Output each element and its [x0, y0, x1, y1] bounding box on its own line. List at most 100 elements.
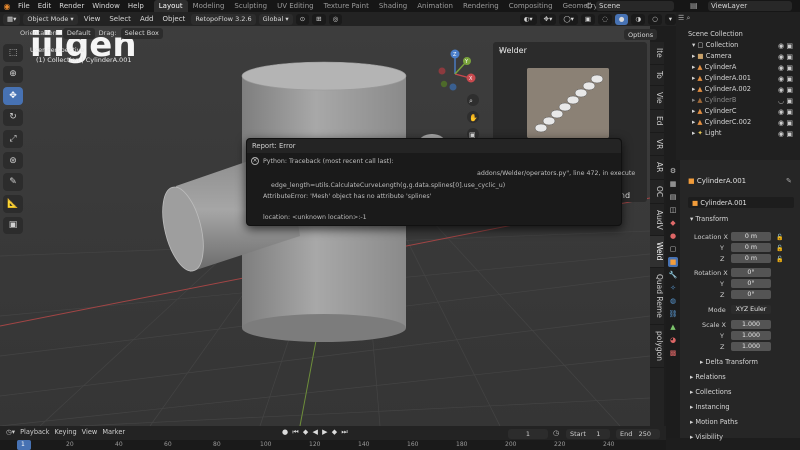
prev-keyframe-icon[interactable]: ◆: [303, 428, 309, 436]
clock-icon[interactable]: ◷: [553, 429, 559, 437]
pin-icon[interactable]: ✎: [786, 177, 792, 185]
sidebar-tab-tool[interactable]: To: [650, 65, 664, 86]
add-cube-tool-icon[interactable]: ▣: [3, 216, 23, 235]
collections-section[interactable]: ▸ Collections: [690, 388, 731, 396]
timeline-menu-marker[interactable]: Marker: [102, 428, 125, 436]
sidebar-tab-audv[interactable]: AudV: [650, 204, 664, 237]
timeline-editor-type-icon[interactable]: ◷▾: [6, 428, 15, 436]
move-tool-icon[interactable]: ✥: [3, 87, 23, 105]
timeline-menu-keying[interactable]: Keying: [55, 428, 77, 436]
sidebar-tab-vr[interactable]: VR: [650, 133, 664, 157]
transform-tool-icon[interactable]: ⊛: [3, 151, 23, 170]
outliner-row-cylindera-002[interactable]: ▸ ▲ CylinderA.002: [692, 85, 751, 93]
lock-icon[interactable]: 🔓: [776, 232, 783, 243]
menu-window[interactable]: Window: [88, 0, 124, 12]
visibility-eye-icon[interactable]: ◉ ▣: [778, 41, 798, 52]
visibility-hidden-icon[interactable]: ◡ ▣: [778, 96, 798, 107]
object-name-field[interactable]: ■ CylinderA.001: [688, 197, 794, 208]
rotation-y-field[interactable]: 0°: [731, 279, 771, 288]
sidebar-tab-view[interactable]: Vie: [650, 86, 664, 111]
scene-selector[interactable]: Scene: [596, 1, 674, 11]
gizmo-toggle-icon[interactable]: ✥▾: [539, 13, 557, 25]
error-report-popup[interactable]: Report: Error × Python: Traceback (most …: [246, 138, 635, 226]
measure-tool-icon[interactable]: 📐: [3, 194, 23, 213]
drag-setting-dropdown[interactable]: Select Box: [120, 27, 163, 39]
material-props-icon[interactable]: ◕: [668, 335, 678, 345]
visibility-eye-icon[interactable]: ◉ ▣: [778, 129, 798, 140]
outliner-row-light[interactable]: ▸ ✦ Light: [692, 129, 722, 137]
jump-start-icon[interactable]: ⏮: [292, 428, 299, 436]
shading-solid-icon[interactable]: ●: [614, 13, 629, 25]
motion-paths-section[interactable]: ▸ Motion Paths: [690, 418, 738, 426]
visibility-eye-icon[interactable]: ◉ ▣: [778, 74, 798, 85]
menu-edit[interactable]: Edit: [34, 0, 56, 12]
shading-wireframe-icon[interactable]: ◌: [598, 13, 612, 25]
timeline-menu-playback[interactable]: Playback: [20, 428, 49, 436]
sidebar-tab-oc[interactable]: OC: [650, 180, 664, 204]
delta-transform-section[interactable]: ▸ Delta Transform: [700, 358, 758, 366]
sidebar-tab-ar[interactable]: AR: [650, 156, 664, 180]
modifier-props-icon[interactable]: 🔧: [668, 270, 678, 280]
visibility-eye-icon[interactable]: ◉ ▣: [778, 85, 798, 96]
world-props-icon[interactable]: ●: [668, 231, 678, 241]
particles-props-icon[interactable]: ✧: [668, 283, 678, 293]
scale-y-field[interactable]: 1.000: [731, 331, 771, 340]
visibility-eye-icon[interactable]: ◉ ▣: [778, 52, 798, 63]
visibility-eye-icon[interactable]: ◉ ▣: [778, 107, 798, 118]
workspace-tab-layout[interactable]: Layout: [153, 0, 188, 12]
workspace-tab-uv-editing[interactable]: UV Editing: [272, 0, 319, 12]
outliner-row-cylindera[interactable]: ▸ ▲ CylinderA: [692, 63, 736, 71]
outliner-row-cylindera-001[interactable]: ▸ ▲ CylinderA.001: [692, 74, 751, 82]
visibility-eye-icon[interactable]: ◉ ▣: [778, 63, 798, 74]
record-icon[interactable]: ●: [282, 428, 289, 436]
play-icon[interactable]: ▶: [322, 428, 328, 436]
retopoflow-menu[interactable]: RetopoFlow 3.2.6: [191, 13, 256, 25]
collection-props-icon[interactable]: ▢: [668, 244, 678, 254]
scene-props-icon[interactable]: ◆: [668, 218, 678, 228]
scale-z-field[interactable]: 1.000: [731, 342, 771, 351]
shading-options-icon[interactable]: ▾: [664, 13, 676, 25]
snap-icon[interactable]: ⊞: [312, 13, 326, 25]
rotate-tool-icon[interactable]: ↻: [3, 108, 23, 127]
sidebar-tab-weld[interactable]: Weld: [650, 236, 664, 268]
timeline-menu-view[interactable]: View: [82, 428, 98, 436]
xray-icon[interactable]: ▣: [580, 13, 596, 25]
sidebar-tab-polygon[interactable]: polygon: [650, 325, 664, 368]
shading-rendered-icon[interactable]: ○: [648, 13, 662, 25]
tool-props-icon[interactable]: ⚙: [668, 166, 678, 176]
outliner-row-cylinderc[interactable]: ▸ ▲ CylinderC: [692, 107, 737, 115]
view-layer-props-icon[interactable]: ◫: [668, 205, 678, 215]
viewport-menu-view[interactable]: View: [81, 15, 104, 23]
sidebar-tab-item[interactable]: Ite: [650, 42, 664, 65]
panel-collapse-icon[interactable]: ▾: [499, 47, 503, 56]
workspace-tab-animation[interactable]: Animation: [412, 0, 458, 12]
scale-tool-icon[interactable]: ⤢: [3, 130, 23, 148]
proportional-edit-icon[interactable]: ◎: [328, 13, 343, 25]
location-y-field[interactable]: 0 m: [731, 243, 771, 252]
sidebar-tab-edit[interactable]: Ed: [650, 110, 664, 133]
annotate-tool-icon[interactable]: ✎: [3, 173, 23, 191]
mode-dropdown[interactable]: Object Mode ▾: [23, 13, 78, 25]
viewlayer-selector[interactable]: ViewLayer: [708, 1, 792, 11]
next-keyframe-icon[interactable]: ◆: [332, 428, 338, 436]
options-dropdown[interactable]: Options: [624, 29, 658, 40]
outliner-row-cylinderb[interactable]: ▸ ▲ CylinderB: [692, 96, 736, 104]
collection-row[interactable]: ▾ ▢ Collection: [692, 41, 738, 49]
visibility-section[interactable]: ▸ Visibility: [690, 433, 723, 441]
rotation-z-field[interactable]: 0°: [731, 290, 771, 299]
physics-props-icon[interactable]: ◍: [668, 296, 678, 306]
constraints-props-icon[interactable]: ⛓: [668, 309, 678, 319]
scene-collection-label[interactable]: Scene Collection: [688, 30, 743, 38]
object-props-icon[interactable]: ■: [668, 257, 678, 267]
lock-icon[interactable]: 🔓: [776, 254, 783, 265]
workspace-tab-compositing[interactable]: Compositing: [504, 0, 558, 12]
lock-icon[interactable]: 🔓: [776, 243, 783, 254]
blender-logo-icon[interactable]: ◉: [0, 0, 14, 12]
output-props-icon[interactable]: ▤: [668, 192, 678, 202]
outliner-row-cylinderc-002[interactable]: ▸ ▲ CylinderC.002: [692, 118, 751, 126]
orientation-setting-dropdown[interactable]: Default: [62, 27, 95, 39]
outliner-filter-icon[interactable]: ☰ ⌕: [678, 14, 690, 23]
outliner-row-camera[interactable]: ▸ ■ Camera: [692, 52, 732, 60]
workspace-tab-rendering[interactable]: Rendering: [458, 0, 504, 12]
visibility-eye-icon[interactable]: ◉ ▣: [778, 118, 798, 129]
